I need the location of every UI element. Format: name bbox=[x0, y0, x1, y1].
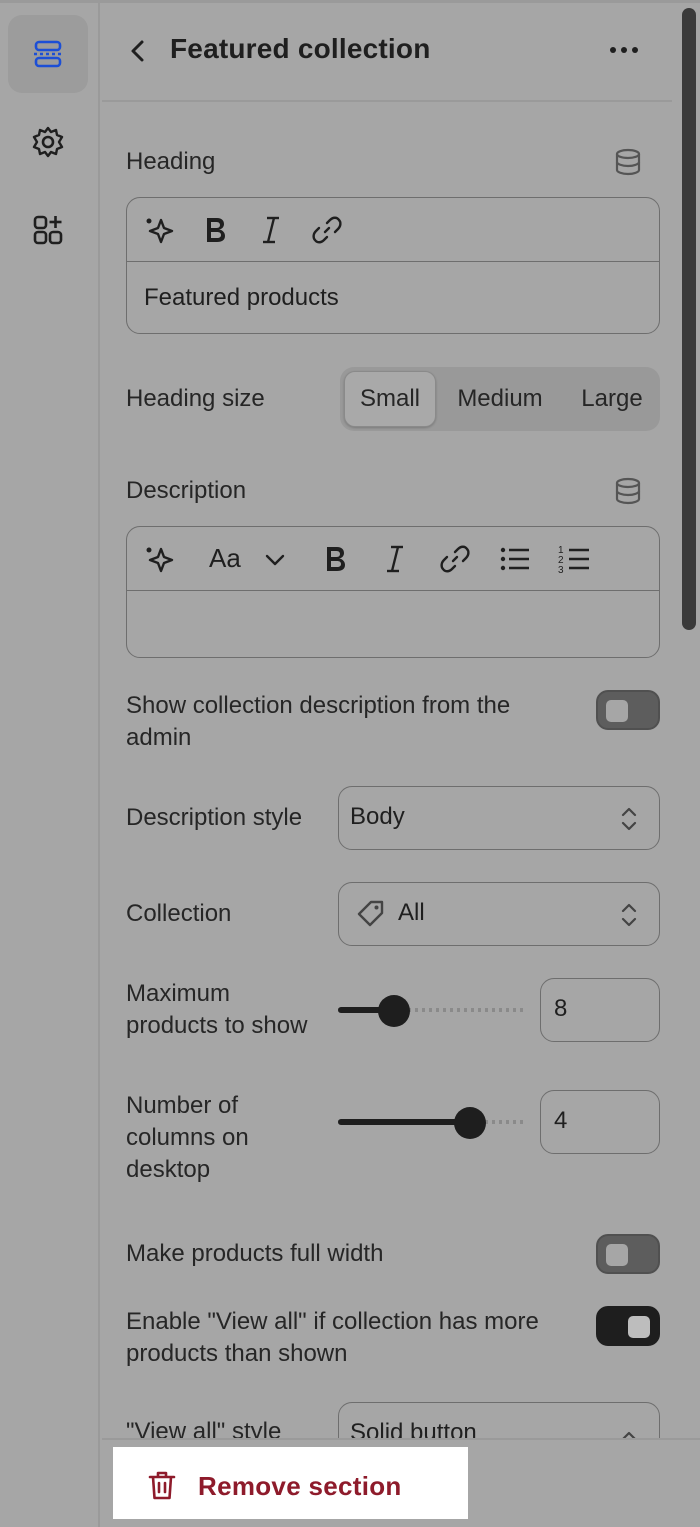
columns-desktop-slider[interactable] bbox=[338, 1107, 524, 1139]
up-down-chevron-icon bbox=[621, 903, 637, 927]
toggle-knob bbox=[628, 1316, 650, 1338]
numbered-list-icon[interactable]: 1 2 3 bbox=[557, 541, 593, 577]
max-products-label: Maximum products to show bbox=[126, 980, 308, 1039]
link-icon[interactable] bbox=[437, 541, 473, 577]
heading-size-label: Heading size bbox=[126, 385, 265, 412]
heading-editor[interactable]: Featured products bbox=[126, 197, 660, 334]
full-width-toggle[interactable] bbox=[596, 1234, 660, 1274]
bold-icon[interactable] bbox=[317, 541, 353, 577]
italic-icon[interactable] bbox=[253, 212, 289, 248]
heading-size-small[interactable]: Small bbox=[344, 371, 436, 427]
description-style-select[interactable]: Body bbox=[338, 786, 660, 850]
chevron-down-icon[interactable] bbox=[257, 541, 293, 577]
heading-size-medium[interactable]: Medium bbox=[444, 371, 556, 427]
scrollbar[interactable] bbox=[682, 8, 696, 630]
up-down-chevron-icon bbox=[621, 807, 637, 831]
sections-tab[interactable] bbox=[8, 15, 88, 93]
heading-size-segmented: Small Medium Large bbox=[340, 367, 660, 431]
slider-fill bbox=[338, 1119, 470, 1125]
full-width-label: Make products full width bbox=[126, 1240, 384, 1267]
page-title: Featured collection bbox=[170, 33, 431, 64]
bold-icon[interactable] bbox=[197, 212, 233, 248]
remove-section-label: Remove section bbox=[198, 1471, 402, 1501]
italic-icon[interactable] bbox=[377, 541, 413, 577]
heading-toolbar bbox=[127, 198, 659, 262]
slider-thumb[interactable] bbox=[454, 1107, 486, 1139]
add-app-block-icon bbox=[33, 215, 63, 245]
more-dots-icon[interactable] bbox=[606, 38, 642, 62]
view-all-toggle[interactable] bbox=[596, 1306, 660, 1346]
tag-icon bbox=[357, 900, 384, 927]
show-collection-description-toggle[interactable] bbox=[596, 690, 660, 730]
trash-icon bbox=[148, 1471, 176, 1500]
sections-icon bbox=[34, 40, 62, 68]
theme-settings-tab[interactable] bbox=[8, 103, 88, 181]
app-embeds-tab[interactable] bbox=[8, 191, 88, 269]
panel-header: Featured collection bbox=[102, 0, 672, 102]
description-editor[interactable]: Aa 1 2 3 bbox=[126, 526, 660, 658]
left-rail bbox=[0, 0, 100, 1527]
remove-section-button[interactable]: Remove section bbox=[113, 1447, 468, 1519]
bullet-list-icon[interactable] bbox=[497, 541, 533, 577]
heading-text[interactable]: Featured products bbox=[144, 284, 339, 312]
heading-label: Heading bbox=[126, 148, 216, 175]
columns-desktop-label: Number of columns on desktop bbox=[126, 1092, 249, 1183]
slider-thumb[interactable] bbox=[378, 995, 410, 1027]
max-products-slider[interactable] bbox=[338, 995, 524, 1027]
description-style-value: Body bbox=[350, 803, 405, 830]
svg-text:3: 3 bbox=[558, 565, 564, 576]
section-settings-panel: Featured collection Heading Featured pro… bbox=[102, 0, 700, 1527]
toggle-knob bbox=[606, 700, 628, 722]
text-size-icon[interactable]: Aa bbox=[209, 543, 241, 574]
description-label: Description bbox=[126, 477, 247, 504]
max-products-input[interactable]: 8 bbox=[540, 978, 660, 1042]
database-icon[interactable] bbox=[613, 476, 643, 506]
description-toolbar: Aa 1 2 3 bbox=[127, 527, 659, 591]
collection-value: All bbox=[398, 899, 425, 926]
gear-icon bbox=[32, 126, 64, 158]
back-chevron-icon[interactable] bbox=[124, 34, 152, 68]
heading-size-large[interactable]: Large bbox=[566, 371, 658, 427]
collection-select[interactable]: All bbox=[338, 882, 660, 946]
view-all-label: Enable "View all" if collection has more… bbox=[126, 1308, 539, 1367]
toggle-knob bbox=[606, 1244, 628, 1266]
footer-divider bbox=[102, 1438, 700, 1440]
database-icon[interactable] bbox=[613, 147, 643, 177]
columns-desktop-input[interactable]: 4 bbox=[540, 1090, 660, 1154]
sparkle-icon[interactable] bbox=[141, 541, 177, 577]
collection-label: Collection bbox=[126, 900, 232, 927]
description-style-label: Description style bbox=[126, 804, 303, 831]
sparkle-icon[interactable] bbox=[141, 212, 177, 248]
show-collection-description-label: Show collection description from the adm… bbox=[126, 692, 511, 751]
link-icon[interactable] bbox=[309, 212, 345, 248]
